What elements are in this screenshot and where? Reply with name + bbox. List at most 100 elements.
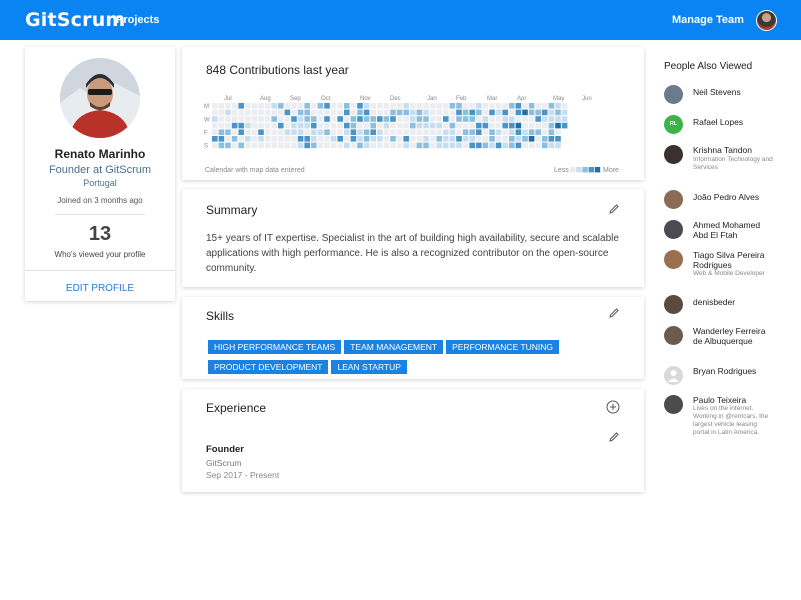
- person-name[interactable]: Bryan Rodrigues: [693, 366, 773, 376]
- contribution-cell[interactable]: [330, 116, 337, 122]
- contribution-cell[interactable]: [231, 122, 238, 129]
- contribution-cell[interactable]: [561, 109, 568, 116]
- contribution-cell[interactable]: [555, 142, 561, 149]
- contribution-cell[interactable]: [231, 116, 238, 122]
- contribution-cell[interactable]: [535, 109, 541, 116]
- skill-tag[interactable]: PERFORMANCE TUNING: [446, 340, 560, 354]
- contribution-cell[interactable]: [429, 136, 436, 142]
- contribution-cell[interactable]: [489, 136, 495, 142]
- contribution-cell[interactable]: [555, 103, 561, 109]
- contribution-cell[interactable]: [548, 116, 555, 122]
- contribution-cell[interactable]: [251, 142, 258, 149]
- contribution-cell[interactable]: [357, 109, 363, 116]
- contribution-cell[interactable]: [509, 136, 515, 142]
- contribution-cell[interactable]: [509, 122, 515, 129]
- contribution-cell[interactable]: [495, 122, 502, 129]
- contribution-cell[interactable]: [284, 116, 291, 122]
- contribution-cell[interactable]: [462, 103, 469, 109]
- contribution-cell[interactable]: [522, 109, 528, 116]
- contribution-cell[interactable]: [515, 142, 522, 149]
- contribution-cell[interactable]: [363, 109, 370, 116]
- person-name[interactable]: Krishna Tandon: [693, 145, 773, 155]
- contribution-cell[interactable]: [264, 116, 271, 122]
- contribution-cell[interactable]: [225, 142, 231, 149]
- contribution-cell[interactable]: [330, 136, 337, 142]
- contribution-cell[interactable]: [291, 129, 297, 135]
- contribution-cell[interactable]: [528, 142, 535, 149]
- contribution-cell[interactable]: [482, 129, 489, 135]
- contribution-cell[interactable]: [297, 109, 304, 116]
- contribution-cell[interactable]: [231, 103, 238, 109]
- contribution-cell[interactable]: [502, 116, 508, 122]
- contribution-cell[interactable]: [429, 129, 436, 135]
- contribution-cell[interactable]: [522, 103, 528, 109]
- contribution-cell[interactable]: [509, 116, 515, 122]
- contribution-cell[interactable]: [337, 109, 343, 116]
- edit-skills-pencil-icon[interactable]: [608, 307, 620, 319]
- contribution-cell[interactable]: [297, 122, 304, 129]
- contribution-cell[interactable]: [542, 109, 548, 116]
- contribution-cell[interactable]: [238, 103, 244, 109]
- person-name[interactable]: denisbeder: [693, 297, 773, 307]
- contribution-cell[interactable]: [245, 142, 251, 149]
- contribution-cell[interactable]: [436, 116, 442, 122]
- contribution-cell[interactable]: [489, 129, 495, 135]
- contribution-cell[interactable]: [238, 129, 244, 135]
- contribution-cell[interactable]: [396, 109, 403, 116]
- contribution-cell[interactable]: [231, 129, 238, 135]
- contribution-cell[interactable]: [377, 142, 383, 149]
- contribution-cell[interactable]: [528, 136, 535, 142]
- contribution-cell[interactable]: [297, 116, 304, 122]
- contribution-cell[interactable]: [238, 136, 244, 142]
- contribution-cell[interactable]: [278, 109, 284, 116]
- add-experience-plus-icon[interactable]: [606, 400, 620, 414]
- contribution-cell[interactable]: [482, 142, 489, 149]
- contribution-cell[interactable]: [212, 136, 218, 142]
- contribution-cell[interactable]: [218, 142, 225, 149]
- contribution-cell[interactable]: [390, 109, 396, 116]
- contribution-cell[interactable]: [291, 109, 297, 116]
- contribution-cell[interactable]: [489, 142, 495, 149]
- contribution-cell[interactable]: [416, 103, 423, 109]
- contribution-cell[interactable]: [509, 109, 515, 116]
- contribution-cell[interactable]: [251, 109, 258, 116]
- contribution-cell[interactable]: [344, 142, 350, 149]
- contribution-cell[interactable]: [377, 129, 383, 135]
- nav-manage-team-link[interactable]: Manage Team: [672, 14, 744, 26]
- contribution-cell[interactable]: [344, 109, 350, 116]
- contribution-cell[interactable]: [443, 136, 449, 142]
- contribution-cell[interactable]: [317, 129, 324, 135]
- contribution-cell[interactable]: [542, 116, 548, 122]
- contribution-cell[interactable]: [278, 136, 284, 142]
- contribution-cell[interactable]: [278, 103, 284, 109]
- contribution-cell[interactable]: [284, 122, 291, 129]
- contribution-cell[interactable]: [449, 136, 456, 142]
- contribution-cell[interactable]: [291, 136, 297, 142]
- contribution-cell[interactable]: [469, 136, 475, 142]
- contribution-cell[interactable]: [542, 103, 548, 109]
- contribution-cell[interactable]: [436, 122, 442, 129]
- contribution-cell[interactable]: [324, 116, 330, 122]
- contribution-cell[interactable]: [311, 129, 317, 135]
- contribution-cell[interactable]: [245, 136, 251, 142]
- contribution-cell[interactable]: [462, 142, 469, 149]
- contribution-cell[interactable]: [456, 136, 462, 142]
- contribution-cell[interactable]: [317, 103, 324, 109]
- contribution-cell[interactable]: [311, 109, 317, 116]
- contribution-cell[interactable]: [251, 129, 258, 135]
- contribution-cell[interactable]: [423, 142, 429, 149]
- contribution-cell[interactable]: [476, 116, 482, 122]
- contribution-cell[interactable]: [522, 129, 528, 135]
- contribution-cell[interactable]: [383, 122, 390, 129]
- contribution-cell[interactable]: [462, 116, 469, 122]
- contribution-cell[interactable]: [357, 129, 363, 135]
- contribution-cell[interactable]: [225, 129, 231, 135]
- contribution-cell[interactable]: [317, 109, 324, 116]
- edit-summary-pencil-icon[interactable]: [608, 203, 620, 215]
- contribution-cell[interactable]: [383, 103, 390, 109]
- contribution-cell[interactable]: [377, 109, 383, 116]
- contribution-cell[interactable]: [502, 142, 508, 149]
- contribution-cell[interactable]: [469, 122, 475, 129]
- contribution-cell[interactable]: [509, 129, 515, 135]
- contribution-cell[interactable]: [218, 109, 225, 116]
